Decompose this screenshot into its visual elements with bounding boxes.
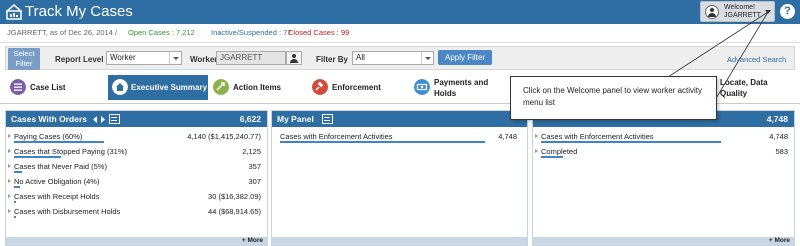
callout-pointer — [667, 11, 769, 101]
welcome-callout-tooltip: Click on the Welcome panel to view worke… — [510, 76, 717, 120]
callout-text: Click on the Welcome panel to view worke… — [523, 86, 703, 107]
